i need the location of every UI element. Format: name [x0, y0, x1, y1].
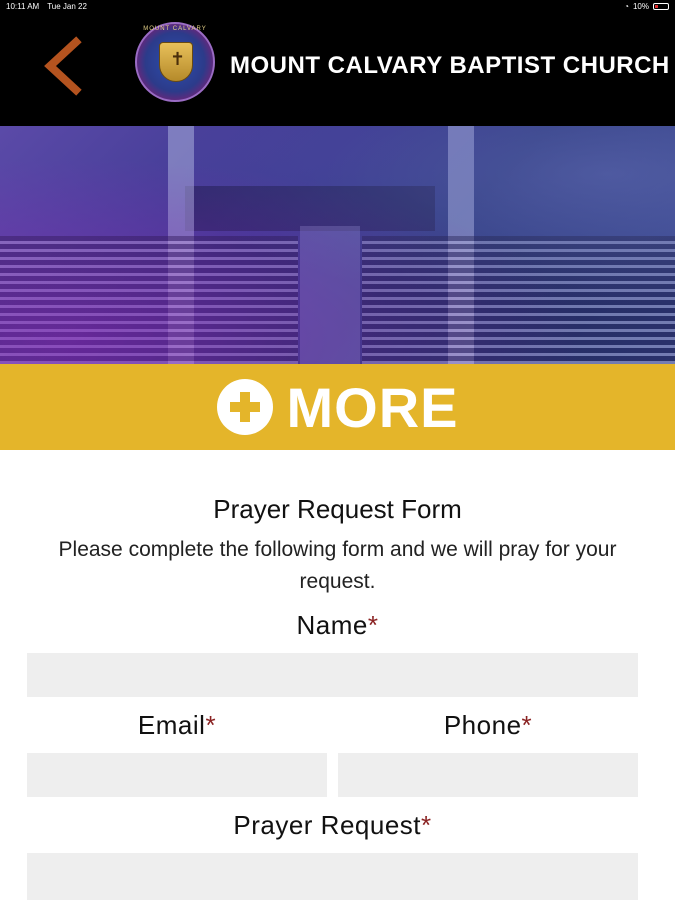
required-marker: *	[521, 710, 533, 740]
status-time: 10:11 AM	[6, 2, 40, 11]
status-bar: 10:11 AM Tue Jan 22 ◔ 10%	[0, 0, 675, 14]
email-input[interactable]	[27, 753, 327, 797]
prayer-request-textarea[interactable]	[27, 853, 638, 900]
chevron-left-icon	[44, 36, 82, 96]
more-label: MORE	[286, 375, 459, 439]
required-marker: *	[421, 810, 432, 840]
plus-circle-icon	[216, 379, 273, 435]
wifi-icon: ◔	[624, 2, 629, 11]
prayer-request-label-text: Prayer Request	[233, 810, 422, 840]
logo-text: MOUNT CALVARY	[143, 26, 207, 32]
email-label-text: Email	[137, 710, 206, 740]
required-marker: *	[205, 710, 217, 740]
email-label: Email*	[27, 710, 327, 741]
hero-overlay	[0, 126, 675, 364]
more-button[interactable]: MORE	[0, 364, 675, 450]
sanctuary-hero-image	[0, 126, 675, 364]
battery-icon	[653, 3, 669, 10]
church-title: MOUNT CALVARY BAPTIST CHURCH	[230, 52, 670, 79]
church-logo: MOUNT CALVARY	[135, 22, 215, 102]
name-label-text: Name	[296, 610, 368, 640]
form-title: Prayer Request Form	[213, 494, 462, 524]
phone-label-text: Phone	[443, 710, 522, 740]
phone-input[interactable]	[338, 753, 638, 797]
status-date: Tue Jan 22	[47, 2, 87, 11]
app-header: MOUNT CALVARY MOUNT CALVARY BAPTIST CHUR…	[0, 14, 675, 126]
required-marker: *	[367, 610, 379, 640]
back-button[interactable]	[38, 36, 88, 96]
form-description: Please complete the following form and w…	[58, 538, 617, 593]
prayer-request-label: Prayer Request*	[0, 810, 665, 841]
battery-percent: 10%	[632, 2, 649, 11]
shield-icon	[159, 42, 193, 82]
phone-label: Phone*	[338, 710, 638, 741]
name-input[interactable]	[27, 653, 638, 697]
name-label: Name*	[0, 610, 675, 641]
